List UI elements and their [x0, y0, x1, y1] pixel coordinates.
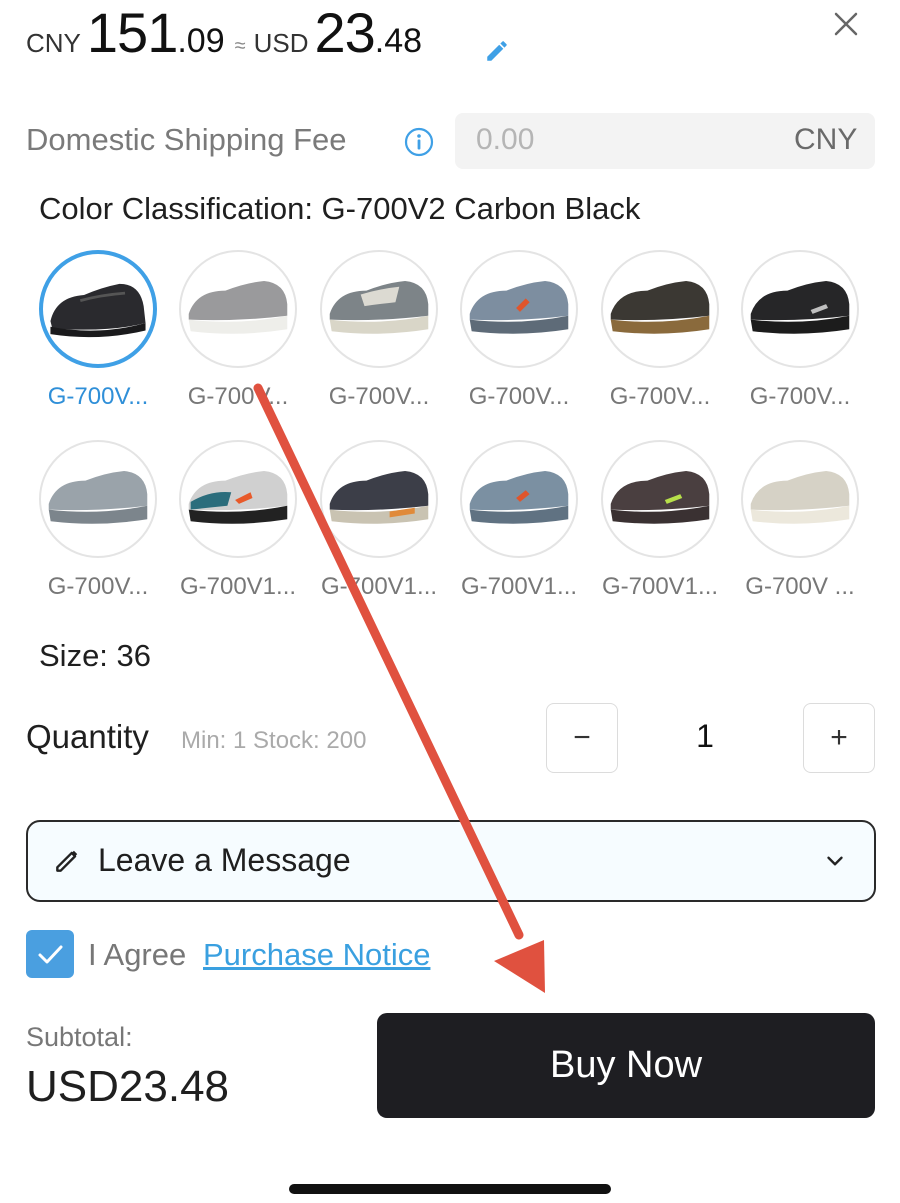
usd-currency-label: USD: [253, 28, 309, 58]
color-swatch-6[interactable]: [741, 250, 859, 368]
cny-currency-label: CNY: [26, 28, 81, 58]
shipping-fee-currency: CNY: [794, 123, 858, 156]
quantity-hint: Min: 1 Stock: 200: [181, 727, 367, 754]
quantity-decrement-button[interactable]: −: [546, 703, 618, 773]
subtotal-label: Subtotal:: [26, 1022, 133, 1052]
color-swatch-2[interactable]: [179, 250, 297, 368]
color-swatch-11[interactable]: [601, 440, 719, 558]
price-header: CNY 151 .09 ≈ USD 23 .48: [26, 0, 422, 70]
approx-symbol: ≈: [234, 35, 246, 57]
agree-text: I Agree: [88, 937, 187, 972]
usd-price-integer: 23: [314, 1, 376, 64]
pencil-icon: [52, 844, 84, 876]
checkmark-icon: [38, 945, 63, 964]
buy-now-button[interactable]: Buy Now: [377, 1013, 875, 1118]
usd-price-decimal: .48: [374, 22, 423, 60]
color-swatch-10-label[interactable]: G-700V1...: [449, 573, 589, 601]
color-swatch-8-label[interactable]: G-700V1...: [168, 573, 308, 601]
color-swatch-4[interactable]: [460, 250, 578, 368]
color-swatch-7[interactable]: [39, 440, 157, 558]
info-icon[interactable]: [403, 126, 435, 158]
size-label: Size: 36: [39, 638, 152, 673]
color-swatch-4-label[interactable]: G-700V...: [449, 383, 589, 411]
shipping-fee-value: 0.00: [476, 123, 535, 156]
cny-price-decimal: .09: [177, 22, 225, 60]
color-swatch-11-label[interactable]: G-700V1...: [590, 573, 730, 601]
quantity-value[interactable]: 1: [640, 718, 770, 755]
cny-price-integer: 151: [86, 1, 178, 64]
color-swatch-3-label[interactable]: G-700V...: [309, 383, 449, 411]
color-swatch-3[interactable]: [320, 250, 438, 368]
shipping-fee-label: Domestic Shipping Fee: [26, 122, 347, 157]
color-swatch-6-label[interactable]: G-700V...: [730, 383, 870, 411]
color-swatch-8[interactable]: [179, 440, 297, 558]
quantity-label: Quantity: [26, 718, 149, 755]
agree-checkbox[interactable]: [26, 930, 74, 978]
leave-message-label: Leave a Message: [98, 842, 351, 878]
home-indicator[interactable]: [289, 1184, 611, 1194]
color-swatch-12[interactable]: [741, 440, 859, 558]
color-swatch-2-label[interactable]: G-700V...: [168, 383, 308, 411]
color-swatch-1-label[interactable]: G-700V...: [28, 383, 168, 411]
color-swatch-12-label[interactable]: G-700V ...: [730, 573, 870, 601]
purchase-notice-link[interactable]: Purchase Notice: [203, 937, 430, 973]
color-swatch-5[interactable]: [601, 250, 719, 368]
color-swatch-10[interactable]: [460, 440, 578, 558]
subtotal-value: USD23.48: [26, 1062, 230, 1111]
quantity-increment-button[interactable]: +: [803, 703, 875, 773]
color-swatch-9-label[interactable]: G-700V1...: [309, 573, 449, 601]
color-classification-title: Color Classification: G-700V2 Carbon Bla…: [39, 191, 641, 226]
close-icon[interactable]: [828, 6, 864, 42]
color-swatch-1[interactable]: [39, 250, 157, 368]
color-swatch-9[interactable]: [320, 440, 438, 558]
edit-currency-icon[interactable]: [484, 38, 510, 64]
chevron-down-icon: [822, 848, 848, 874]
color-swatch-7-label[interactable]: G-700V...: [28, 573, 168, 601]
color-swatch-5-label[interactable]: G-700V...: [590, 383, 730, 411]
